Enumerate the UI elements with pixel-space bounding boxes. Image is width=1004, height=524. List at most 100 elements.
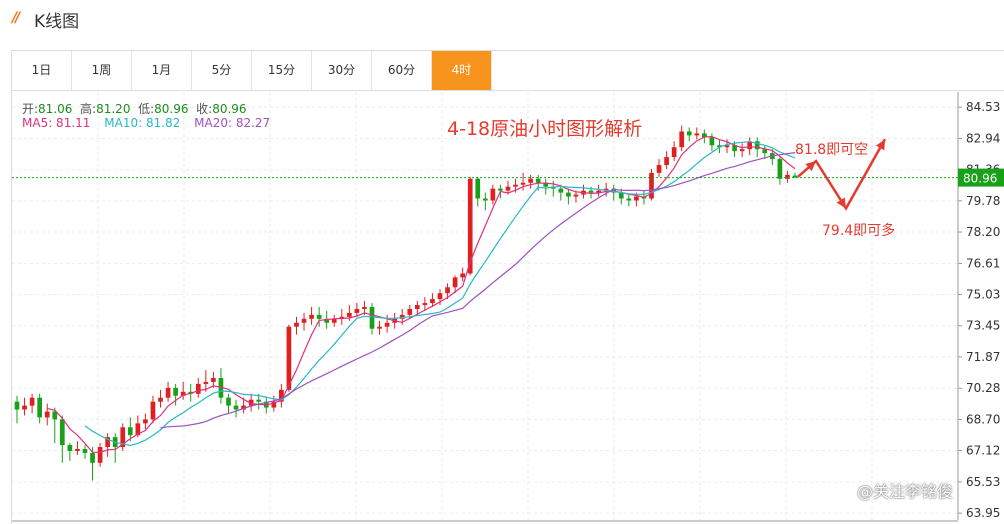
candle-down xyxy=(588,190,594,193)
annotation-long: 79.4即可多 xyxy=(822,223,896,239)
close-value: 80.96 xyxy=(212,102,247,116)
candle-down xyxy=(90,452,95,463)
candle-up xyxy=(294,322,299,327)
candle-up xyxy=(490,188,496,201)
ma20-value: MA20: 82.27 xyxy=(194,116,271,130)
ma10-value: MA10: 81.82 xyxy=(104,116,181,130)
open-label: 开: xyxy=(22,102,39,116)
candle-up xyxy=(143,419,148,424)
candle-down xyxy=(475,178,481,199)
high-label: 高: xyxy=(80,102,97,116)
candle-up xyxy=(414,305,420,309)
candle-up xyxy=(384,322,390,327)
candle-down xyxy=(67,445,73,451)
low-label: 低: xyxy=(138,102,155,116)
candle-up xyxy=(211,377,216,382)
candle-up xyxy=(664,157,669,165)
y-tick-label: 75.03 xyxy=(966,288,1000,302)
candle-up xyxy=(694,133,700,136)
candle-up xyxy=(430,299,435,304)
candle-up xyxy=(785,174,790,179)
annotation-short: 81.8即可空 xyxy=(795,142,869,158)
candle-down xyxy=(535,178,541,183)
candle-up xyxy=(203,381,209,384)
candle-up xyxy=(354,308,360,313)
y-tick-label: 71.87 xyxy=(966,350,1000,364)
candle-down xyxy=(777,159,783,179)
candle-up xyxy=(437,293,443,300)
candle-down xyxy=(566,192,571,197)
candle-down xyxy=(173,387,178,396)
y-tick-label: 63.95 xyxy=(966,506,1000,520)
candle-down xyxy=(82,448,88,453)
candle-down xyxy=(498,188,503,191)
candle-down xyxy=(14,401,20,410)
candle-up xyxy=(347,312,352,317)
candle-up xyxy=(573,194,579,197)
candle-up xyxy=(22,405,27,410)
candle-up xyxy=(445,287,450,294)
y-tick-label: 79.78 xyxy=(966,194,1000,208)
candle-down xyxy=(37,397,43,418)
watermark: @关注李铭俊 xyxy=(857,482,954,501)
candle-up xyxy=(44,411,50,418)
candle-up xyxy=(452,277,458,288)
candle-up xyxy=(739,149,745,152)
y-tick-label: 84.53 xyxy=(966,100,1000,114)
candle-down xyxy=(59,419,65,446)
candle-up xyxy=(286,326,292,390)
candle-down xyxy=(369,306,375,329)
candle-down xyxy=(686,131,692,136)
candle-up xyxy=(679,131,685,148)
candle-down xyxy=(256,399,262,402)
candle-up xyxy=(362,306,367,309)
y-tick-label: 78.20 xyxy=(966,225,1000,239)
candle-up xyxy=(158,397,163,402)
candle-up xyxy=(634,196,639,201)
y-tick-label: 67.12 xyxy=(966,444,1000,458)
current-price-label: 80.96 xyxy=(963,172,997,186)
open-value: 81.06 xyxy=(38,102,73,116)
candle-up xyxy=(195,383,201,394)
candle-down xyxy=(626,198,632,201)
candlestick-chart: 84.5382.9481.3679.7878.2076.6175.0373.45… xyxy=(12,92,1004,522)
candle-up xyxy=(513,184,518,187)
y-tick-label: 68.70 xyxy=(966,412,1000,426)
y-tick-label: 76.61 xyxy=(966,256,1000,270)
y-tick-label: 73.45 xyxy=(966,319,1000,333)
candle-up xyxy=(97,447,103,463)
y-tick-label: 70.28 xyxy=(966,381,1000,395)
candle-down xyxy=(127,427,133,436)
ma5-value: MA5: 81.11 xyxy=(22,116,91,130)
candle-up xyxy=(150,401,156,420)
candle-up xyxy=(301,318,307,323)
candle-down xyxy=(226,397,231,406)
candle-up xyxy=(460,273,465,278)
candle-down xyxy=(709,137,715,146)
candle-up xyxy=(377,326,382,329)
candle-down xyxy=(233,405,239,410)
candle-up xyxy=(528,178,533,183)
candle-up xyxy=(520,182,526,185)
close-label: 收: xyxy=(196,102,213,116)
chart-headline: 4-18原油小时图形解析 xyxy=(447,118,643,140)
candle-down xyxy=(762,149,768,154)
ohlc-readout: 开:81.06 高:81.20 低:80.96 收:80.96 xyxy=(22,100,247,117)
candle-up xyxy=(505,186,511,191)
candle-up xyxy=(422,303,428,306)
candle-down xyxy=(316,314,322,319)
candle-up xyxy=(656,164,662,173)
y-tick-label: 65.53 xyxy=(966,475,1000,489)
candle-up xyxy=(29,397,35,406)
candle-up xyxy=(671,147,677,158)
candle-down xyxy=(558,188,564,193)
y-tick-label: 82.94 xyxy=(966,132,1000,146)
candle-up xyxy=(165,387,171,398)
ma-readout: MA5: 81.11 MA10: 81.82 MA20: 82.27 xyxy=(22,116,280,130)
high-value: 81.20 xyxy=(96,102,131,116)
candle-down xyxy=(482,198,488,201)
candle-up xyxy=(309,314,314,319)
candle-up xyxy=(75,448,80,451)
low-value: 80.96 xyxy=(154,102,189,116)
candle-up xyxy=(407,308,413,315)
